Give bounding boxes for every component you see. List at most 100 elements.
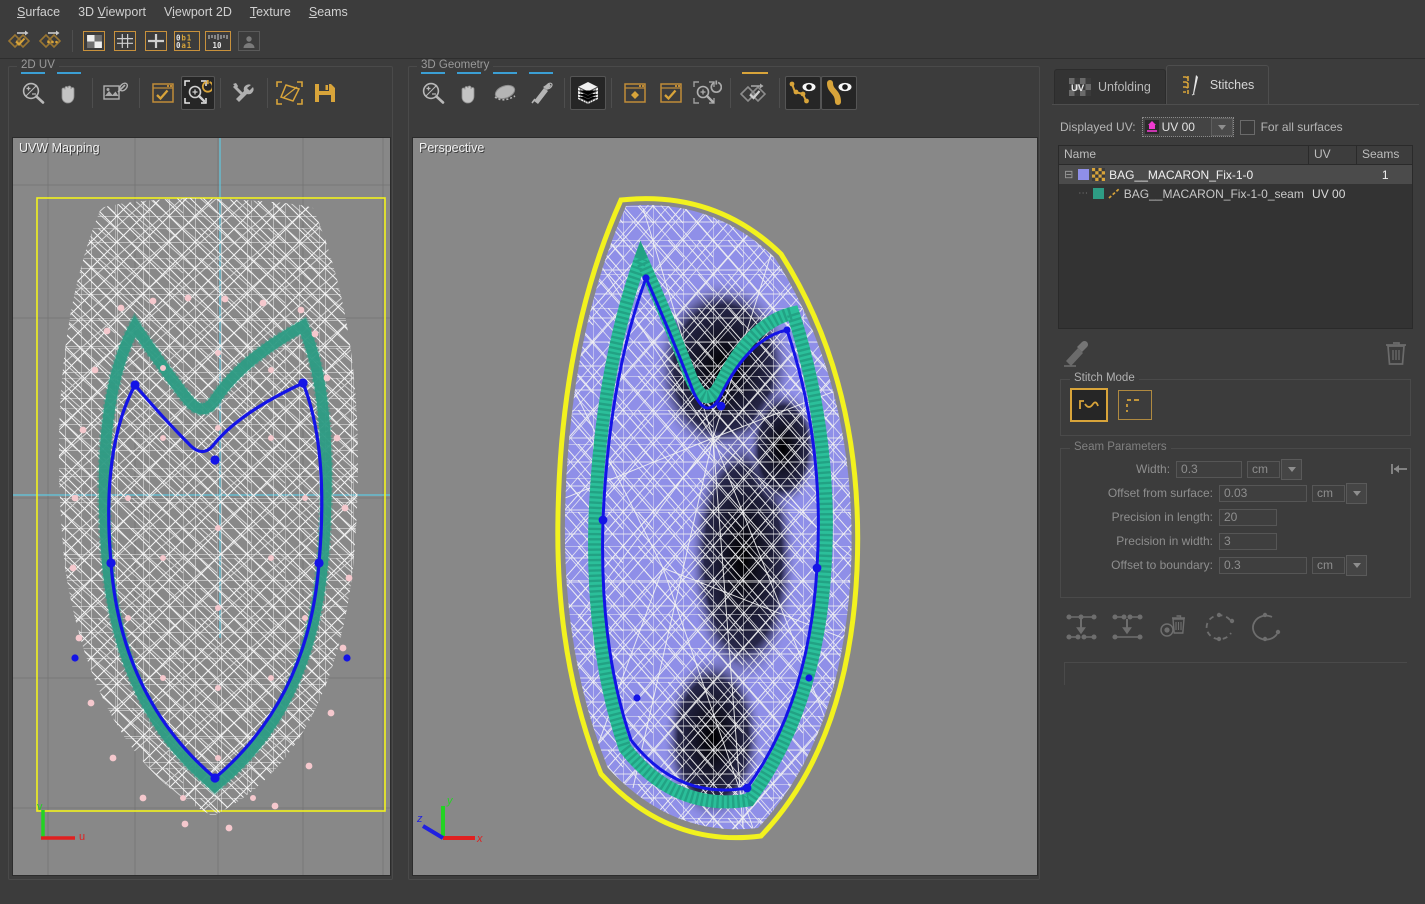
uv-select-window-icon[interactable] xyxy=(145,74,181,112)
menu-surface[interactable]: Surface xyxy=(8,2,69,22)
trash-icon[interactable] xyxy=(1385,340,1407,366)
field-offset-from-surface-input[interactable]: 0.03 xyxy=(1219,485,1307,502)
binary-texture-icon[interactable]: 0 b 1 0 a 1 xyxy=(173,28,201,54)
avatar-icon[interactable] xyxy=(235,28,263,54)
uv-zoom-tool-icon[interactable] xyxy=(15,74,51,112)
svg-text:10: 10 xyxy=(213,41,223,49)
geo-select-window-icon[interactable] xyxy=(653,74,689,112)
tree-col-seams: Seams xyxy=(1357,146,1412,164)
surfaces-tree[interactable]: Name UV Seams ⊟ xyxy=(1058,145,1413,329)
tree-child-connector: ⋯ xyxy=(1059,188,1088,199)
displayed-uv-label: Displayed UV: xyxy=(1060,120,1136,134)
tree-col-uv: UV xyxy=(1309,146,1357,164)
field-width: Width: 0.3 cm xyxy=(1061,457,1410,481)
merge-down-icon[interactable] xyxy=(1066,613,1100,641)
stitch-curve-mode-button[interactable] xyxy=(1070,388,1108,422)
menu-3d-viewport[interactable]: 3D Viewport xyxy=(69,2,155,22)
uv-fit-selection-icon[interactable] xyxy=(273,74,307,112)
field-precision-in-width-input[interactable]: 3 xyxy=(1219,533,1277,550)
geo-toolbar xyxy=(409,71,1039,115)
row-color-swatch xyxy=(1078,169,1089,180)
chevron-down-icon[interactable] xyxy=(1281,459,1302,480)
stitch-mode-label: Stitch Mode xyxy=(1070,372,1139,384)
tree-row-seams: 1 xyxy=(1358,168,1412,182)
field-precision-in-length: Precision in length: 20 xyxy=(1061,505,1410,529)
chevron-down-icon[interactable] xyxy=(1346,483,1367,504)
field-width-unit-value: cm xyxy=(1247,461,1280,478)
apply-unfold-icon[interactable] xyxy=(6,28,34,54)
geo-pan-tool-icon[interactable] xyxy=(451,74,487,112)
geo-show-stitches-icon[interactable] xyxy=(821,76,857,110)
geo-group-label: 3D Geometry xyxy=(417,59,493,71)
uv-toolbar xyxy=(9,71,392,115)
displayed-uv-combo[interactable]: UV 00 xyxy=(1142,117,1234,137)
uv-zoom-region-power-icon[interactable] xyxy=(181,76,215,110)
menu-viewport-2d[interactable]: Viewport 2D xyxy=(155,2,241,22)
stitch-actions-row xyxy=(1052,329,1419,369)
menu-seams[interactable]: Seams xyxy=(300,2,357,22)
geo-center-view-icon[interactable] xyxy=(617,74,653,112)
stitch-list-box[interactable] xyxy=(1064,662,1407,685)
ruler-icon[interactable]: 10 xyxy=(204,28,232,54)
field-offset-to-boundary-unit-value: cm xyxy=(1312,557,1345,574)
field-width-unit[interactable]: cm xyxy=(1247,460,1302,479)
field-offset-from-surface-label: Offset from surface: xyxy=(1061,486,1219,500)
unfold-options-icon[interactable] xyxy=(37,28,65,54)
right-panel-body: Displayed UV: UV 00 For all surfaces xyxy=(1052,104,1419,685)
crosshair-icon[interactable] xyxy=(142,28,170,54)
tree-row-uv: UV 00 xyxy=(1312,187,1359,201)
uv-viewport[interactable]: UVW Mapping xyxy=(12,137,391,876)
geo-orbit-tool-icon[interactable] xyxy=(487,74,523,112)
tree-header: Name UV Seams xyxy=(1059,146,1412,165)
field-precision-in-length-input[interactable]: 20 xyxy=(1219,509,1277,526)
tab-stitches[interactable]: Stitches xyxy=(1166,65,1269,104)
grid-icon[interactable] xyxy=(111,28,139,54)
geo-viewport[interactable]: Perspective xyxy=(412,137,1038,876)
toolbar-separator xyxy=(72,30,73,52)
svg-text:1: 1 xyxy=(187,41,192,49)
table-row[interactable]: ⊟ BAG__MACA xyxy=(1059,165,1412,184)
tab-unfolding[interactable]: UV Unfolding xyxy=(1054,69,1166,104)
table-row[interactable]: ⋯ BAG__MACARON_Fix-1-0_seam UV 00 xyxy=(1059,184,1412,203)
uv-panel-group: 2D UV xyxy=(8,66,393,880)
field-precision-in-width: Precision in width: 3 xyxy=(1061,529,1410,553)
field-width-input[interactable]: 0.3 xyxy=(1176,461,1242,478)
field-offset-from-surface-unit[interactable]: cm xyxy=(1312,484,1367,503)
seam-line-icon xyxy=(1107,187,1120,200)
svg-text:a: a xyxy=(181,41,186,49)
uv-texture-link-icon[interactable] xyxy=(98,74,134,112)
loop-open-icon[interactable] xyxy=(1248,612,1282,642)
tab-stitches-label: Stitches xyxy=(1210,78,1254,92)
create-stitch-icon[interactable] xyxy=(1062,339,1092,367)
uv-tools-wrench-icon[interactable] xyxy=(226,74,262,112)
right-panel: UV Unfolding xyxy=(1046,62,1425,884)
field-precision-in-length-label: Precision in length: xyxy=(1061,510,1219,524)
geo-shaded-cube-icon[interactable] xyxy=(570,76,606,110)
tree-expander-icon[interactable]: ⊟ xyxy=(1059,168,1078,181)
geo-show-seams-icon[interactable] xyxy=(785,76,821,110)
uv-save-icon[interactable] xyxy=(307,74,343,112)
for-all-surfaces-checkbox[interactable] xyxy=(1240,120,1255,135)
delete-point-icon[interactable] xyxy=(1158,613,1190,641)
uv-pan-tool-icon[interactable] xyxy=(51,74,87,112)
field-precision-in-width-label: Precision in width: xyxy=(1061,534,1219,548)
merge-segment-icon[interactable] xyxy=(1112,613,1146,641)
svg-text:UV: UV xyxy=(1071,83,1085,94)
displayed-uv-value: UV 00 xyxy=(1159,120,1201,134)
chevron-down-icon[interactable] xyxy=(1211,118,1233,136)
stitch-dashed-mode-button[interactable] xyxy=(1118,390,1152,420)
loop-dashed-icon[interactable] xyxy=(1202,612,1236,642)
field-offset-to-boundary-input[interactable]: 0.3 xyxy=(1219,557,1307,574)
needle-thread-icon xyxy=(1181,74,1203,96)
field-offset-to-boundary-unit[interactable]: cm xyxy=(1312,556,1367,575)
geo-zoom-region-power-icon[interactable] xyxy=(689,74,725,112)
tab-unfolding-label: Unfolding xyxy=(1098,80,1151,94)
geo-apply-unfold-icon[interactable] xyxy=(736,74,774,112)
reset-arrow-icon[interactable] xyxy=(1390,462,1410,476)
geo-zoom-tool-icon[interactable] xyxy=(415,74,451,112)
geo-fly-tool-icon[interactable] xyxy=(523,74,559,112)
checker-texture-icon[interactable] xyxy=(80,28,108,54)
menu-texture[interactable]: Texture xyxy=(241,2,300,22)
chevron-down-icon[interactable] xyxy=(1346,555,1367,576)
uv-axis-u-label: u xyxy=(79,831,85,843)
